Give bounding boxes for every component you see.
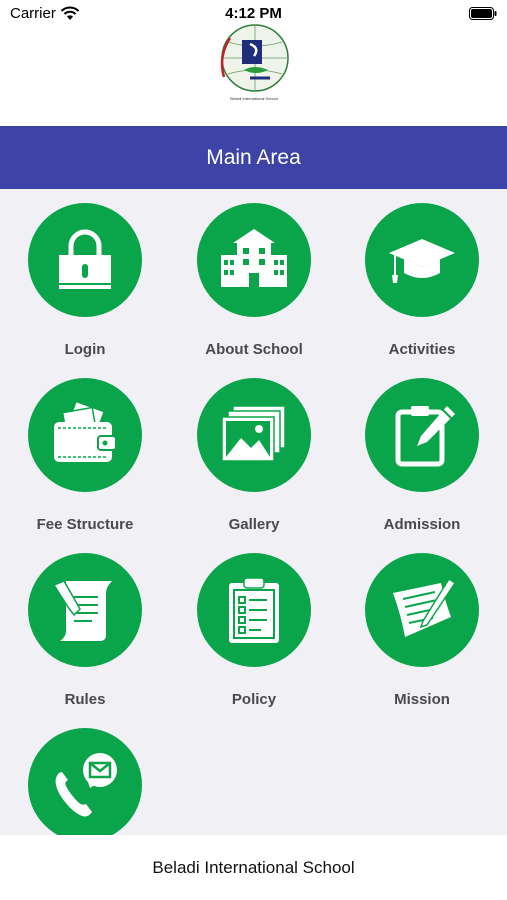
battery-icon — [469, 7, 497, 20]
wallet-icon — [28, 378, 142, 492]
menu-item-label: Activities — [388, 341, 456, 358]
menu-item-label: Policy — [231, 691, 277, 708]
menu-item-fee-structure[interactable]: Fee Structure — [0, 366, 170, 536]
footer-text: Beladi International School — [152, 858, 355, 877]
mission-paper-icon — [365, 553, 479, 667]
menu-item-login[interactable]: Login — [0, 191, 170, 361]
menu-item-policy[interactable]: Policy — [169, 541, 339, 711]
menu-item-label: Fee Structure — [36, 516, 134, 533]
menu-item-activities[interactable]: Activities — [337, 191, 507, 361]
page-title: Main Area — [206, 146, 301, 169]
menu-item-label: Admission — [383, 516, 461, 533]
clipboard-checklist-icon — [197, 553, 311, 667]
menu-item-contact[interactable] — [0, 716, 170, 835]
menu-item-label: Mission — [394, 691, 450, 708]
lock-icon — [28, 203, 142, 317]
menu-item-label: Login — [64, 341, 106, 358]
rules-scroll-icon — [28, 553, 142, 667]
menu-item-label: About School — [205, 341, 303, 358]
menu-item-gallery[interactable]: Gallery — [169, 366, 339, 536]
menu-item-label: Rules — [64, 691, 106, 708]
gallery-icon — [197, 378, 311, 492]
graduation-cap-icon — [365, 203, 479, 317]
menu-item-label: Gallery — [228, 516, 280, 533]
menu-item-admission[interactable]: Admission — [337, 366, 507, 536]
menu-grid: Login About School Activities Fee Struct… — [0, 189, 507, 835]
logo-caption: Beladi International School — [230, 96, 278, 101]
menu-item-mission[interactable]: Mission — [337, 541, 507, 711]
contact-phone-mail-icon — [28, 728, 142, 835]
clock: 4:12 PM — [225, 5, 282, 22]
admission-form-icon — [365, 378, 479, 492]
menu-item-about-school[interactable]: About School — [169, 191, 339, 361]
menu-item-rules[interactable]: Rules — [0, 541, 170, 711]
school-building-icon — [197, 203, 311, 317]
